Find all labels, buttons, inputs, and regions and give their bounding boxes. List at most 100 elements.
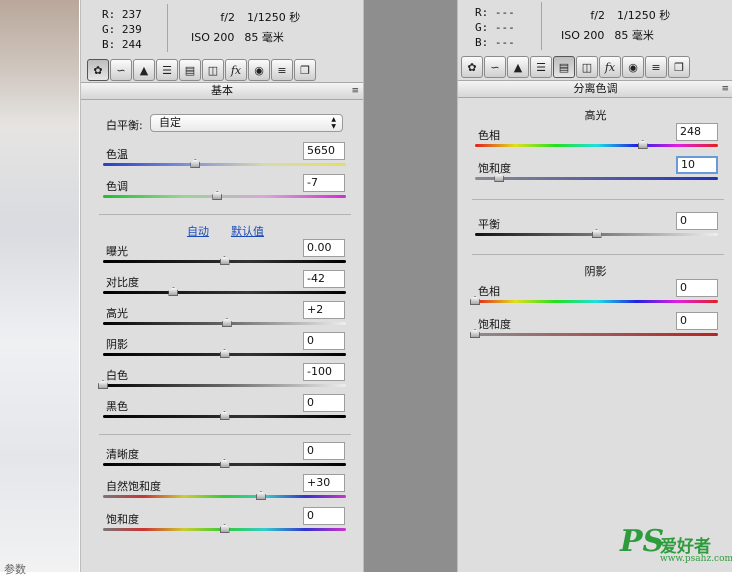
readout-divider [541, 2, 542, 50]
section-title: 基本 [211, 84, 233, 97]
r-value: R: 237 [102, 8, 142, 21]
hl-sat-slider-track[interactable] [475, 177, 718, 180]
clarity-value-field[interactable]: 0 [303, 442, 345, 460]
temp-slider-track[interactable] [103, 163, 346, 166]
snapshots-icon[interactable]: ❐ [668, 56, 690, 78]
white-balance-label: 白平衡: [106, 119, 143, 132]
saturation-slider-thumb[interactable] [219, 524, 230, 533]
tone-curve-icon[interactable]: ∽ [110, 59, 132, 81]
white-balance-select[interactable]: 自定 ▲ ▼ [150, 114, 343, 132]
g-value: G: --- [475, 21, 515, 34]
hl-hue-value-field[interactable]: 248 [676, 123, 718, 141]
sh-sat-slider-track[interactable] [475, 333, 718, 336]
photo-caption: 参数 [4, 563, 26, 576]
vibrance-value-field[interactable]: +30 [303, 474, 345, 492]
detail-icon[interactable]: ▲ [507, 56, 529, 78]
vibrance-slider-track[interactable] [103, 495, 346, 498]
split-toning-icon[interactable]: ▤ [553, 56, 575, 78]
focal-length: 85 毫米 [244, 31, 284, 44]
tint-slider-track[interactable] [103, 195, 346, 198]
snapshots-icon[interactable]: ❐ [294, 59, 316, 81]
fx-icon[interactable]: fx [599, 56, 621, 78]
tone-curve-icon[interactable]: ∽ [484, 56, 506, 78]
balance-value-field[interactable]: 0 [676, 212, 718, 230]
tint-slider-thumb[interactable] [212, 191, 223, 200]
rgb-readout: R: --- G: --- B: --- [475, 5, 515, 50]
blacks-value-field[interactable]: 0 [303, 394, 345, 412]
highlights-title: 高光 [584, 109, 607, 122]
highlights-slider-thumb[interactable] [221, 318, 232, 327]
sh-hue-slider-track[interactable] [475, 300, 718, 303]
contrast-slider-thumb[interactable] [168, 287, 179, 296]
aperture-icon[interactable]: ✿ [87, 59, 109, 81]
divider [472, 254, 724, 255]
detail-icon[interactable]: ▲ [133, 59, 155, 81]
temp-label: 色温 [106, 148, 128, 161]
balance-label: 平衡 [478, 218, 500, 231]
highlights-value-field[interactable]: +2 [303, 301, 345, 319]
section-title: 分离色调 [573, 82, 618, 95]
clarity-label: 清晰度 [106, 448, 139, 461]
default-link[interactable]: 默认值 [231, 223, 264, 239]
shadows-value-field[interactable]: 0 [303, 332, 345, 350]
contrast-slider-track[interactable] [103, 291, 346, 294]
section-header: 分离色调 ≡ [458, 80, 732, 98]
aperture-icon[interactable]: ✿ [461, 56, 483, 78]
hl-hue-slider-thumb[interactable] [637, 140, 648, 149]
basic-panel: R: 237 G: 239 B: 244 f/2 1/1250 秒 ISO 200… [80, 0, 364, 572]
white-balance-value: 自定 [159, 116, 181, 129]
select-arrows-icon: ▲ ▼ [331, 116, 336, 130]
saturation-value-field[interactable]: 0 [303, 507, 345, 525]
contrast-value-field[interactable]: -42 [303, 270, 345, 288]
hsl-icon[interactable]: ☰ [530, 56, 552, 78]
exposure-value-field[interactable]: 0.00 [303, 239, 345, 257]
tint-label: 色调 [106, 180, 128, 193]
panel-gutter [363, 0, 457, 572]
vibrance-slider-thumb[interactable] [255, 491, 266, 500]
sh-sat-value-field[interactable]: 0 [676, 312, 718, 330]
camera-calibration-icon[interactable]: ◉ [248, 59, 270, 81]
lens-icon[interactable]: ◫ [202, 59, 224, 81]
presets-icon[interactable]: ≡ [271, 59, 293, 81]
fx-icon[interactable]: fx [225, 59, 247, 81]
whites-value-field[interactable]: -100 [303, 363, 345, 381]
sh-hue-value-field[interactable]: 0 [676, 279, 718, 297]
panel-menu-icon[interactable]: ≡ [721, 81, 729, 97]
temp-slider-thumb[interactable] [190, 159, 201, 168]
panel-toolbar: ✿ ∽ ▲ ☰ ▤ ◫ fx ◉ ≡ ❐ [461, 54, 690, 80]
shutter: 1/1250 秒 [617, 9, 671, 22]
aperture: f/2 [590, 9, 605, 22]
lens-icon[interactable]: ◫ [576, 56, 598, 78]
blacks-slider-thumb[interactable] [219, 411, 230, 420]
clarity-slider-thumb[interactable] [219, 459, 230, 468]
tint-value-field[interactable]: -7 [303, 174, 345, 192]
divider [99, 214, 351, 215]
panel-menu-icon[interactable]: ≡ [351, 83, 359, 99]
balance-slider-thumb[interactable] [591, 229, 602, 238]
rgb-readout: R: 237 G: 239 B: 244 [102, 7, 142, 52]
split-toning-panel: R: --- G: --- B: --- f/2 1/1250 秒 ISO 200… [457, 0, 732, 572]
divider [99, 434, 351, 435]
camera-calibration-icon[interactable]: ◉ [622, 56, 644, 78]
hl-sat-value-field[interactable]: 10 [676, 156, 718, 174]
split-toning-icon[interactable]: ▤ [179, 59, 201, 81]
panel-toolbar: ✿ ∽ ▲ ☰ ▤ ◫ fx ◉ ≡ ❐ [87, 57, 316, 83]
presets-icon[interactable]: ≡ [645, 56, 667, 78]
auto-link[interactable]: 自动 [187, 223, 209, 239]
sh-hue-label: 色相 [478, 285, 500, 298]
g-value: G: 239 [102, 23, 142, 36]
watermark-ps: PS [620, 524, 665, 559]
whites-slider-track[interactable] [103, 384, 346, 387]
sh-sat-label: 饱和度 [478, 318, 511, 331]
focal-length: 85 毫米 [614, 29, 654, 42]
temp-value-field[interactable]: 5650 [303, 142, 345, 160]
shadows-slider-thumb[interactable] [219, 349, 230, 358]
vibrance-label: 自然饱和度 [106, 480, 161, 493]
hl-hue-slider-track[interactable] [475, 144, 718, 147]
aperture: f/2 [220, 11, 235, 24]
b-value: B: 244 [102, 38, 142, 51]
watermark-logo: PS 爱好者 www.psahz.com [620, 524, 732, 570]
divider [472, 199, 724, 200]
exposure-slider-thumb[interactable] [219, 256, 230, 265]
hsl-icon[interactable]: ☰ [156, 59, 178, 81]
